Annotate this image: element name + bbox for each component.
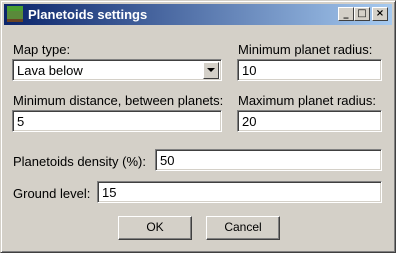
cancel-button[interactable]: Cancel [206, 216, 280, 240]
app-icon [7, 6, 23, 22]
title-bar[interactable]: Planetoids settings _ □ × [4, 4, 392, 25]
min-planet-radius-label: Minimum planet radius: [238, 42, 373, 57]
max-planet-radius-label: Maximum planet radius: [238, 93, 376, 108]
map-type-select[interactable]: Lava below [12, 59, 222, 81]
density-input[interactable]: 50 [155, 149, 382, 171]
maximize-button[interactable]: □ [354, 7, 370, 21]
min-distance-input[interactable]: 5 [12, 110, 222, 132]
ground-level-input[interactable]: 15 [97, 181, 382, 203]
max-planet-radius-input[interactable]: 20 [237, 110, 382, 132]
map-type-value: Lava below [17, 63, 83, 78]
density-label: Planetoids density (%): [13, 154, 146, 169]
minimize-button[interactable]: _ [338, 7, 354, 21]
dialog-window: Planetoids settings _ □ × Map type: Lava… [0, 0, 396, 253]
close-button[interactable]: × [372, 7, 388, 21]
chevron-down-icon [207, 68, 215, 72]
min-distance-label: Minimum distance, between planets: [13, 93, 224, 108]
min-planet-radius-input[interactable]: 10 [237, 59, 382, 81]
ok-button[interactable]: OK [118, 216, 192, 240]
dropdown-button[interactable] [203, 62, 219, 79]
map-type-label: Map type: [13, 42, 71, 57]
ground-level-label: Ground level: [13, 186, 91, 201]
window-title: Planetoids settings [28, 7, 148, 22]
